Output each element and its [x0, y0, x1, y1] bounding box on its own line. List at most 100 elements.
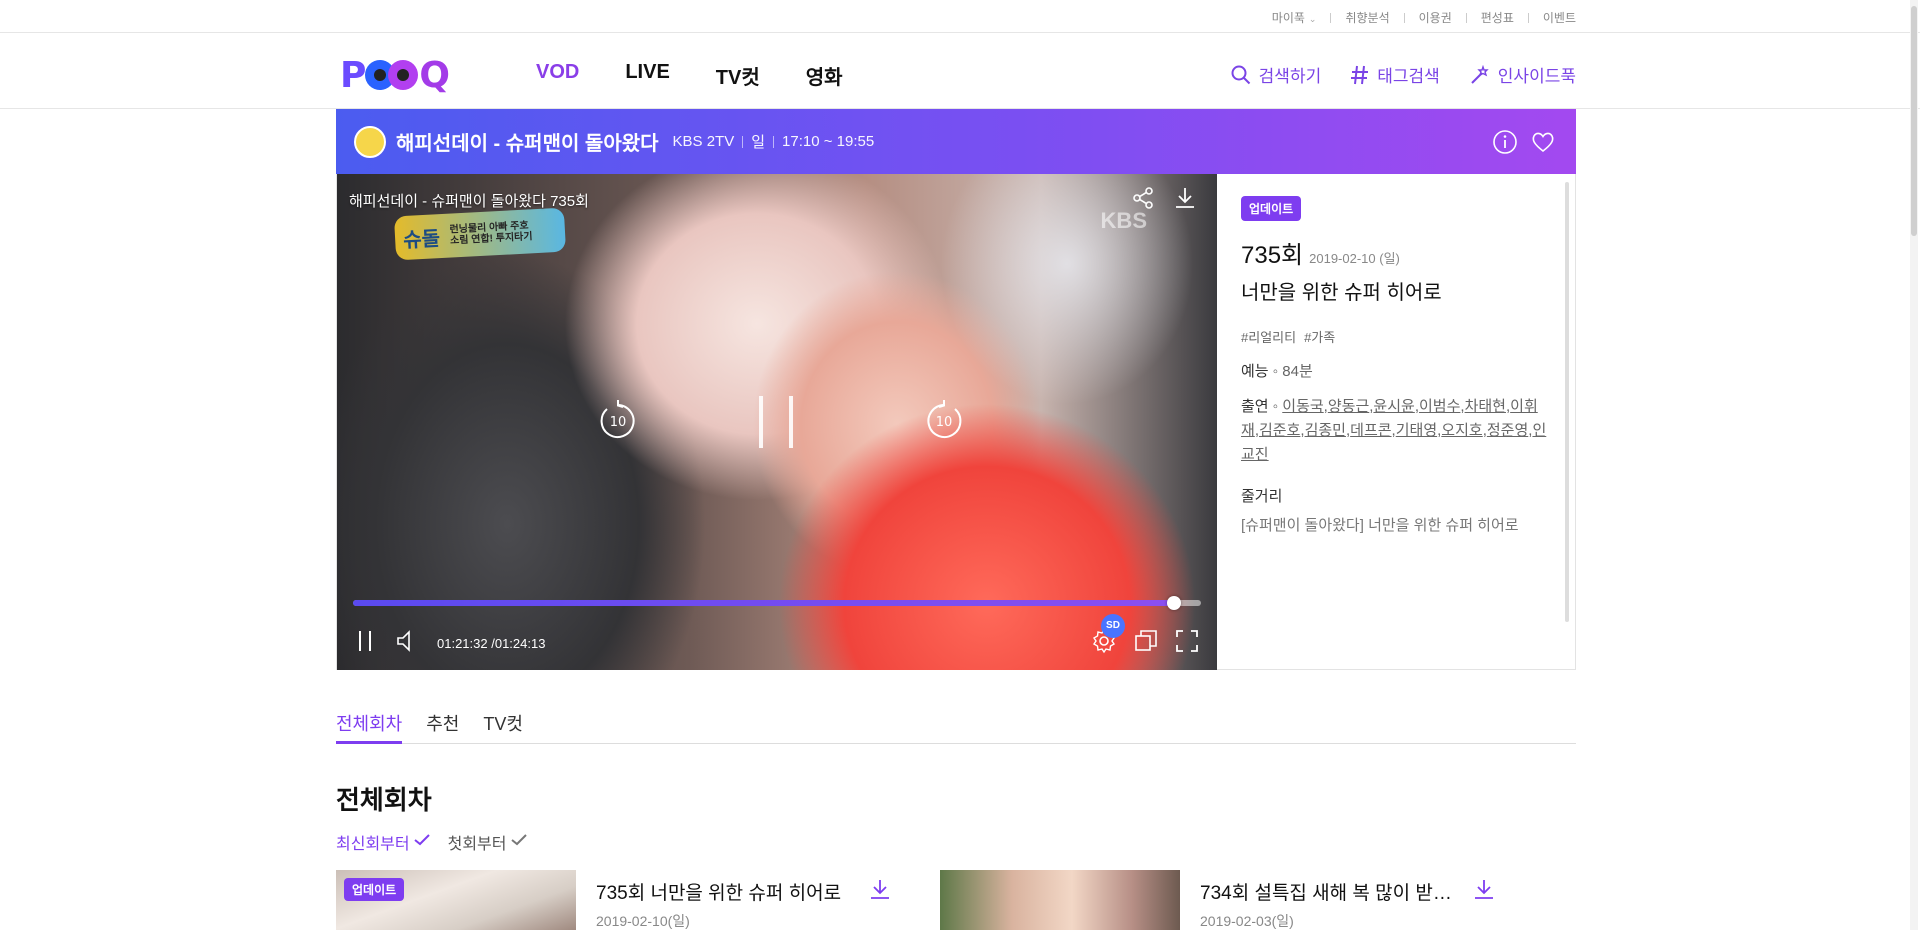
seek-bar[interactable]	[353, 596, 1201, 610]
search-icon	[1231, 65, 1251, 85]
rewind-10-button[interactable]: 10	[593, 396, 643, 451]
nav-movie[interactable]: 영화	[806, 61, 843, 90]
program-thumbnail	[354, 125, 386, 158]
program-day: 일	[751, 134, 766, 151]
tab-recommended[interactable]: 추천	[426, 706, 459, 743]
program-meta: KBS 2TV 일 17:10 ~ 19:55	[673, 131, 875, 152]
util-link-ticket[interactable]: 이용권	[1419, 9, 1452, 26]
tag-link[interactable]: #리얼리티	[1241, 327, 1296, 346]
right-nav: 검색하기 태그검색 인사이드푹	[1201, 62, 1576, 87]
hash-icon	[1351, 65, 1369, 85]
episode-date: 2019-02-10 (일)	[1309, 251, 1400, 266]
sort-options: 최신회부터 첫회부터	[336, 830, 527, 854]
forward-seconds: 10	[936, 415, 953, 430]
fullscreen-icon[interactable]	[1175, 629, 1199, 658]
info-icon[interactable]	[1492, 129, 1518, 160]
main-nav: VOD LIVE TV컷 영화	[536, 61, 889, 90]
sort-latest[interactable]: 최신회부터	[336, 830, 430, 854]
episode-card-date: 2019-02-03(일)	[1200, 913, 1294, 929]
episode-number: 735회	[1241, 242, 1304, 269]
divider	[1527, 12, 1529, 23]
nav-vod[interactable]: VOD	[536, 61, 579, 90]
center-controls: 10 10	[337, 174, 1217, 670]
bottom-controls: 01:21:32 /01:24:13 SD	[355, 613, 1199, 659]
episode-card[interactable]: 734회 설특집 새해 복 많이 받으면서... 2019-02-03(일)	[940, 870, 1544, 931]
update-badge: 업데이트	[1241, 196, 1302, 221]
time-display: 01:21:32 /01:24:13	[437, 636, 545, 651]
program-actions	[1492, 129, 1556, 160]
util-link-schedule[interactable]: 편성표	[1481, 9, 1514, 26]
cast-link[interactable]: 오지호	[1441, 422, 1482, 439]
episode-subtitle: 너만을 위한 슈퍼 히어로	[1241, 282, 1442, 304]
heart-icon[interactable]	[1530, 129, 1556, 160]
divider	[1465, 12, 1467, 23]
settings-button[interactable]: SD	[1091, 613, 1125, 659]
episode-thumbnail[interactable]: 업데이트	[336, 870, 576, 930]
player-section: 슈돌 런닝물리 아빠 주호 소림 연합! 투지타기 KBS 해피선데이 - 슈퍼맨이…	[336, 174, 1576, 670]
bottom-right-controls: SD	[1091, 613, 1199, 659]
cast-link[interactable]: 이범수	[1419, 398, 1460, 415]
cast-link[interactable]: 양동근	[1328, 398, 1369, 415]
tab-all-episodes[interactable]: 전체회차	[336, 706, 403, 744]
episode-cast: 출연 ◦ 이동국,양동근,윤시윤,이범수,차태현,이휘재,김준호,김종민,데프콘…	[1241, 398, 1547, 463]
seek-bar-fill	[353, 600, 1174, 606]
synopsis-label: 줄거리	[1241, 488, 1283, 505]
program-time: 17:10 ~ 19:55	[782, 133, 875, 150]
cast-link[interactable]: 이동국	[1282, 398, 1323, 415]
tab-tvcut[interactable]: TV컷	[483, 706, 523, 743]
pause-button-large[interactable]	[759, 396, 793, 448]
cast-link[interactable]: 김준호	[1259, 422, 1300, 439]
episode-card-title[interactable]: 735회 너만을 위한 슈퍼 히어로	[596, 878, 856, 905]
util-link-mypooq[interactable]: 마이푹 ⌄	[1272, 9, 1317, 26]
global-nav: PQ VOD LIVE TV컷 영화 검색하기 태그검색 인사이드푹	[0, 33, 1920, 109]
cast-link[interactable]: 김종민	[1305, 422, 1346, 439]
episode-tags: #리얼리티 #가족	[1241, 327, 1551, 346]
section-title: 전체회차	[336, 785, 432, 815]
forward-10-button[interactable]: 10	[919, 396, 969, 451]
cast-link[interactable]: 정준영	[1487, 422, 1528, 439]
update-badge: 업데이트	[344, 878, 405, 901]
pip-icon[interactable]	[1133, 628, 1159, 659]
page-scrollbar[interactable]	[1910, 0, 1918, 930]
video-player[interactable]: 슈돌 런닝물리 아빠 주호 소림 연합! 투지타기 KBS 해피선데이 - 슈퍼맨이…	[337, 174, 1217, 670]
divider	[1330, 12, 1332, 23]
episode-genre: 예능 ◦ 84분	[1241, 363, 1313, 380]
cast-link[interactable]: 차태현	[1465, 398, 1506, 415]
seek-bar-handle[interactable]	[1166, 596, 1181, 610]
episode-list: 업데이트 735회 너만을 위한 슈퍼 히어로 2019-02-10(일) 73…	[336, 870, 1576, 931]
episode-info-panel: 업데이트 735회 2019-02-10 (일) 너만을 위한 슈퍼 히어로 #…	[1217, 174, 1575, 670]
volume-icon[interactable]	[395, 629, 419, 658]
episode-thumbnail[interactable]	[940, 870, 1180, 930]
episode-card-title[interactable]: 734회 설특집 새해 복 많이 받으면서...	[1200, 878, 1460, 905]
episode-duration: 84분	[1282, 363, 1313, 380]
cast-link[interactable]: 데프콘	[1350, 422, 1391, 439]
search-button[interactable]: 검색하기	[1231, 62, 1321, 87]
program-channel: KBS 2TV	[672, 133, 735, 150]
current-time: 01:21:32	[437, 635, 488, 651]
panel-scrollbar[interactable]	[1565, 182, 1569, 622]
nav-tvcut[interactable]: TV컷	[716, 61, 760, 90]
episode-card-date: 2019-02-10(일)	[596, 913, 690, 929]
episode-card[interactable]: 업데이트 735회 너만을 위한 슈퍼 히어로 2019-02-10(일)	[336, 870, 940, 931]
util-link-taste[interactable]: 취향분석	[1345, 9, 1389, 26]
tag-link[interactable]: #가족	[1304, 327, 1335, 346]
program-title: 해피선데이 - 슈퍼맨이 돌아왔다	[396, 133, 659, 155]
chevron-down-icon: ⌄	[1308, 14, 1317, 24]
tag-search-button[interactable]: 태그검색	[1351, 62, 1440, 87]
util-link-event[interactable]: 이벤트	[1543, 9, 1576, 26]
check-icon	[413, 833, 430, 851]
sort-first[interactable]: 첫회부터	[448, 830, 527, 854]
quality-badge: SD	[1101, 613, 1125, 638]
pooq-logo[interactable]: PQ	[340, 55, 450, 96]
download-icon[interactable]	[868, 878, 892, 907]
inside-pooq-button[interactable]: 인사이드푹	[1470, 62, 1576, 87]
synopsis-text: [슈퍼맨이 돌아왔다] 너만을 위한 슈퍼 히어로	[1241, 517, 1519, 534]
cast-link[interactable]: 기태영	[1396, 422, 1437, 439]
pause-button[interactable]	[355, 629, 375, 658]
download-icon[interactable]	[1472, 878, 1496, 907]
program-banner: 해피선데이 - 슈퍼맨이 돌아왔다 KBS 2TV 일 17:10 ~ 19:5…	[336, 109, 1576, 174]
page-scrollbar-thumb[interactable]	[1911, 6, 1917, 236]
cast-link[interactable]: 윤시윤	[1373, 398, 1414, 415]
nav-live[interactable]: LIVE	[625, 61, 669, 90]
check-icon	[510, 833, 527, 851]
